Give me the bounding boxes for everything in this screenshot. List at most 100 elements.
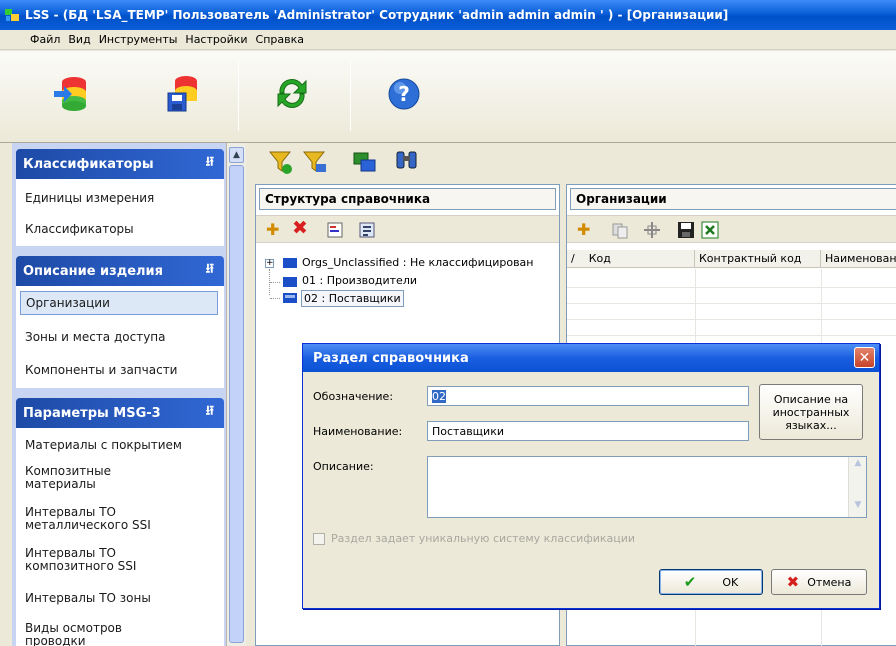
nav-item-wiring-inspections[interactable]: Виды осмотров проводки (25, 622, 175, 646)
grid-line (567, 335, 896, 336)
foreign-description-button[interactable]: Описание на иностранных языках... (759, 384, 863, 440)
save-icon[interactable] (677, 221, 695, 239)
tree-expand-icon[interactable]: + (265, 259, 274, 268)
sort-indicator-icon: / (571, 252, 575, 265)
database-save-icon[interactable] (164, 73, 204, 113)
move-icon[interactable] (643, 221, 661, 239)
main-toolbar: ? (0, 51, 896, 143)
nav-item-zones[interactable]: Зоны и места доступа (25, 331, 166, 344)
dialog-title: Раздел справочника (313, 350, 469, 366)
menu-file[interactable]: Файл (30, 33, 60, 46)
tree-node-unclassified[interactable]: Orgs_Unclassified : Не классифицирован (302, 256, 533, 269)
nav-item-classifiers[interactable]: Классификаторы (25, 223, 134, 236)
section-dialog: Раздел справочника ✕ Обозначение: 02 Наи… (302, 343, 880, 609)
database-connect-icon[interactable] (52, 73, 92, 113)
code-field[interactable]: 02 (427, 386, 749, 406)
chevron-up-icon[interactable]: ⭿ (206, 260, 214, 282)
nav-item-composite-ssi[interactable]: Интервалы ТО композитного SSI (25, 547, 185, 573)
svg-text:?: ? (398, 82, 410, 106)
unique-classification-label: Раздел задает уникальную систему классиф… (331, 532, 636, 545)
add-icon[interactable]: ✚ (577, 220, 590, 239)
cancel-button[interactable]: ✖ Отмена (771, 569, 867, 595)
nav-group-title: Классификаторы (23, 156, 154, 172)
nav-item-organizations[interactable]: Организации (20, 291, 218, 315)
excel-export-icon[interactable] (701, 221, 719, 239)
nav-scrollbar[interactable]: ▲ (226, 143, 246, 646)
cancel-icon: ✖ (786, 573, 800, 591)
nav-item-composite-materials[interactable]: Композитные материалы (25, 465, 175, 491)
scroll-down-icon[interactable]: ▼ (850, 500, 866, 516)
properties-icon[interactable] (326, 221, 344, 239)
checkmark-icon: ✔ (683, 573, 697, 591)
unique-classification-checkbox[interactable] (313, 533, 325, 545)
nav-group-title: Описание изделия (23, 263, 164, 279)
structure-panel-title: Структура справочника (259, 188, 556, 210)
nav-group-body: Единицы измерения Классификаторы (16, 179, 224, 246)
ok-button[interactable]: ✔ OK (659, 569, 763, 595)
column-label: Код (588, 252, 611, 265)
ok-label: OK (722, 575, 739, 589)
description-scrollbar[interactable]: ▲ ▼ (848, 457, 866, 517)
filter-clear-icon[interactable] (302, 149, 328, 175)
nav-item-metal-ssi[interactable]: Интервалы ТО металлического SSI (25, 506, 185, 532)
nav-group-header-product[interactable]: Описание изделия ⭿ (16, 256, 224, 286)
tree-node-manufacturers[interactable]: 01 : Производители (302, 274, 417, 287)
tree-view-icon[interactable] (358, 221, 376, 239)
refresh-icon[interactable] (272, 73, 312, 113)
code-label: Обозначение: (313, 390, 394, 403)
windows-icon[interactable] (352, 150, 378, 176)
scroll-up-icon[interactable]: ▲ (229, 147, 244, 163)
filter-toolbar (248, 143, 896, 181)
name-field[interactable]: Поставщики (427, 421, 749, 441)
organizations-toolbar: ✚ (567, 215, 896, 243)
scroll-up-icon[interactable]: ▲ (850, 458, 866, 474)
navigation-pane: Классификаторы ⭿ Единицы измерения Класс… (12, 143, 226, 646)
scroll-thumb[interactable] (229, 165, 244, 643)
nav-item-components[interactable]: Компоненты и запчасти (25, 364, 177, 377)
nav-group-body: Организации Зоны и места доступа Компоне… (16, 286, 224, 388)
description-label: Описание: (313, 460, 374, 473)
toolbar-separator (238, 61, 239, 131)
window-titlebar: LSS - (БД 'LSA_TEMP' Пользователь 'Admin… (0, 0, 896, 30)
menu-bar: Файл Вид Инструменты Настройки Справка (0, 30, 896, 50)
grid-line (567, 303, 896, 304)
folder-open-icon (283, 293, 297, 303)
folder-icon (283, 277, 297, 287)
grid-line (567, 319, 896, 320)
tree-line (270, 282, 280, 283)
nav-item-zone-intervals[interactable]: Интервалы ТО зоны (25, 592, 151, 605)
structure-toolbar: ✚ ✖ (256, 215, 559, 243)
menu-settings[interactable]: Настройки (185, 33, 247, 46)
nav-group-title: Параметры MSG-3 (23, 405, 161, 421)
binoculars-icon[interactable] (394, 148, 420, 174)
column-header-code[interactable]: / Код (567, 250, 695, 268)
filter-apply-icon[interactable] (268, 149, 294, 175)
chevron-up-icon[interactable]: ⭿ (206, 153, 214, 175)
nav-group-header-msg3[interactable]: Параметры MSG-3 ⭿ (16, 398, 224, 428)
menu-tools[interactable]: Инструменты (99, 33, 178, 46)
column-header-name[interactable]: Наименован (821, 250, 896, 268)
description-field[interactable] (427, 456, 867, 518)
menu-help[interactable]: Справка (256, 33, 304, 46)
copy-icon[interactable] (611, 221, 629, 239)
toolbar-separator (350, 61, 351, 131)
organizations-panel-title: Организации (570, 188, 896, 210)
nav-item-coated-materials[interactable]: Материалы с покрытием (25, 439, 182, 452)
chevron-up-icon[interactable]: ⭿ (206, 402, 214, 424)
menu-view[interactable]: Вид (68, 33, 90, 46)
help-icon[interactable]: ? (384, 73, 424, 113)
code-value: 02 (432, 390, 446, 403)
cancel-label: Отмена (807, 575, 852, 589)
nav-item-units[interactable]: Единицы измерения (25, 192, 154, 205)
nav-group-header-classifiers[interactable]: Классификаторы ⭿ (16, 149, 224, 179)
tree-node-suppliers[interactable]: 02 : Поставщики (301, 290, 404, 307)
close-icon[interactable]: ✕ (854, 347, 875, 368)
grid-line (567, 287, 896, 288)
dialog-titlebar: Раздел справочника ✕ (303, 344, 879, 372)
column-header-contract-code[interactable]: Контрактный код (695, 250, 821, 268)
name-label: Наименование: (313, 425, 403, 438)
add-icon[interactable]: ✚ (266, 220, 279, 239)
delete-icon[interactable]: ✖ (292, 217, 308, 239)
window-title: LSS - (БД 'LSA_TEMP' Пользователь 'Admin… (25, 8, 729, 22)
folder-icon (283, 258, 297, 268)
